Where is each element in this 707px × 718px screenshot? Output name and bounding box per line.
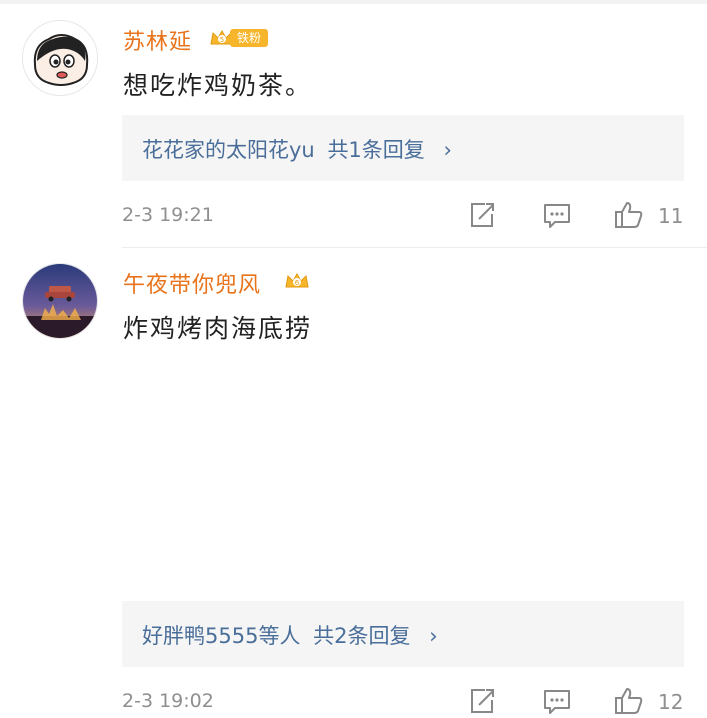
share-square-icon[interactable] — [465, 198, 499, 232]
comment-bubble-icon[interactable] — [540, 198, 574, 232]
reply-summary[interactable]: 好胖鸭5555等人 共2条回复 › — [122, 601, 684, 667]
avatar[interactable] — [22, 263, 98, 339]
fan-badge[interactable]: 6 — [283, 270, 313, 292]
reply-names[interactable]: 好胖鸭5555等人 — [142, 624, 300, 648]
chevron-right-icon: › — [443, 138, 452, 162]
chevron-right-icon: › — [429, 624, 438, 648]
username[interactable]: 午夜带你兜风 — [123, 267, 261, 299]
like-count: 11 — [658, 204, 684, 228]
timestamp: 2-3 19:02 — [122, 690, 214, 712]
reply-count[interactable]: 共1条回复 — [327, 138, 424, 162]
fan-badge[interactable]: 5 铁粉 — [208, 27, 268, 49]
avatar[interactable] — [22, 20, 98, 96]
comment-text: 想吃炸鸡奶茶。 — [123, 71, 313, 100]
comment-text: 炸鸡烤肉海底捞 — [123, 314, 313, 343]
comment-meta: 2-3 19:21 11 — [122, 198, 687, 232]
badge-level: 5 — [220, 36, 224, 44]
username[interactable]: 苏林延 — [123, 24, 192, 56]
thumbs-up-icon[interactable] — [612, 684, 646, 718]
comment-item: 午夜带你兜风 6 炸鸡烤肉海底捞 好胖鸭5555等人 共2条回复 › 2-3 1… — [0, 243, 707, 714]
thumbs-up-icon[interactable] — [612, 198, 646, 232]
comment-bubble-icon[interactable] — [540, 684, 574, 718]
sunset-car-photo — [23, 264, 97, 338]
reply-summary[interactable]: 花花家的太阳花yu 共1条回复 › — [122, 115, 684, 181]
reply-count[interactable]: 共2条回复 — [313, 624, 410, 648]
crown-icon: 6 — [285, 272, 309, 288]
like-count: 12 — [658, 690, 684, 714]
cartoon-face-icon — [23, 21, 97, 95]
comment-meta: 2-3 19:02 12 — [122, 684, 687, 718]
share-square-icon[interactable] — [465, 684, 499, 718]
badge-label: 铁粉 — [230, 29, 268, 47]
reply-names[interactable]: 花花家的太阳花yu — [142, 138, 315, 162]
timestamp: 2-3 19:21 — [122, 204, 214, 226]
badge-level: 6 — [295, 279, 300, 287]
comment-item: 苏林延 5 铁粉 想吃炸鸡奶茶。 花花家的太阳花yu 共1条回复 › 2-3 1… — [0, 0, 707, 240]
